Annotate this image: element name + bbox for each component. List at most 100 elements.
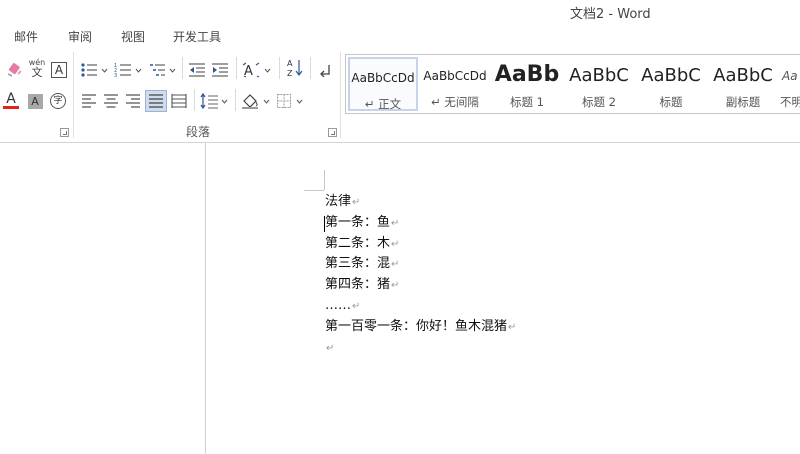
ribbon-separator [310,57,311,79]
paragraph-text: 第一条：鱼 [325,214,391,230]
paragraph-dialog-launcher[interactable] [328,128,337,137]
clear-formatting-button[interactable] [4,60,24,80]
paragraph-text: 第二条：木 [325,235,391,251]
document-paragraph[interactable]: 第一百零一条：你好！鱼木混猪↵ [325,317,516,338]
character-shading-button[interactable]: A [24,91,46,111]
shading-button[interactable] [240,91,272,111]
borders-icon [277,94,303,108]
sort-button[interactable]: A Z [285,58,305,78]
justify-icon [149,94,163,108]
tab-view[interactable]: 视图 [121,28,145,45]
style-name: 标题 [659,95,683,109]
style-no-spacing[interactable]: AaBbCcDd ↵ 无间隔 [420,57,490,111]
ribbon-separator [182,57,183,79]
styles-gallery: AaBbCcDd ↵ 正文 AaBbCcDd ↵ 无间隔 AaBb 标题 1 A… [345,54,800,114]
svg-text:3: 3 [114,73,117,78]
document-paragraph[interactable]: ↵ [325,338,516,359]
document-paragraph[interactable]: ……↵ [325,296,516,317]
style-sample: AaBbC [569,65,629,86]
style-sample: AaBbCcDd [351,71,415,85]
document-page[interactable]: 法律↵ 第一条：鱼↵ 第二条：木↵ 第三条：混↵ 第四条：猪↵ ……↵ 第一百零… [207,143,800,454]
style-heading-1[interactable]: AaBb 标题 1 [492,57,562,111]
svg-text:A: A [244,64,253,78]
phonetic-guide-char: 文 [31,65,43,79]
align-center-button[interactable] [101,91,121,111]
tab-developer[interactable]: 开发工具 [173,28,221,45]
document-paragraph[interactable]: 第一条：鱼↵ [325,213,516,234]
crop-mark [304,190,324,191]
style-heading-2[interactable]: AaBbC 标题 2 [564,57,634,111]
paragraph-mark: ↵ [391,280,400,292]
borders-button[interactable] [275,91,307,111]
character-border-icon: A [51,62,67,78]
font-color-button[interactable]: A [0,91,22,111]
ribbon-separator [235,89,236,111]
line-spacing-icon [200,93,228,109]
paint-bucket-icon [242,94,270,109]
distributed-button[interactable] [169,91,189,111]
sort-icon: A Z [287,59,303,78]
font-color-swatch [3,106,19,109]
style-sample: AaBb [494,62,560,87]
enclose-characters-icon: 字 [50,93,66,109]
document-body[interactable]: 法律↵ 第一条：鱼↵ 第二条：木↵ 第三条：混↵ 第四条：猪↵ ……↵ 第一百零… [325,192,516,358]
document-paragraph[interactable]: 第四条：猪↵ [325,275,516,296]
character-shading-icon: A [27,93,43,109]
enclose-characters-button[interactable]: 字 [47,91,69,111]
svg-text:A: A [287,59,293,68]
font-color-icon: A [3,92,19,110]
document-paragraph[interactable]: 第三条：混↵ [325,254,516,275]
phonetic-guide-button[interactable]: wén 文 [26,58,48,78]
paragraph-text: 第四条：猪 [325,277,391,293]
paragraph-mark: ↵ [391,259,400,271]
style-name: ↵ 正文 [364,97,402,111]
window-title: 文档2 - Word [570,7,651,22]
style-sample: AaBbC [713,65,773,86]
increase-indent-button[interactable] [210,60,230,80]
numbering-button[interactable]: 1 2 3 [113,60,143,80]
line-spacing-button[interactable] [199,91,229,111]
paragraph-mark: ↵ [508,321,517,333]
crop-mark [324,170,325,190]
paragraph-text: …… [325,297,351,313]
paragraph-mark: ↵ [326,342,335,354]
multilevel-list-button[interactable] [147,60,177,80]
ribbon-tabs: 邮件 审阅 视图 开发工具 [0,22,800,48]
align-left-icon [82,94,96,108]
ribbon-separator [236,57,237,79]
paragraph-mark-icon [320,65,330,77]
show-hide-marks-button[interactable] [316,60,334,80]
tab-review[interactable]: 审阅 [68,28,92,45]
numbering-icon: 1 2 3 [114,63,142,78]
ribbon: wén 文 A A A 字 1 2 3 A A Z 段落 AaBbCcDd ↵ … [0,48,800,143]
align-right-button[interactable] [123,91,143,111]
paragraph-mark: ↵ [391,238,400,250]
style-title[interactable]: AaBbC 标题 [636,57,706,111]
tab-mailings[interactable]: 邮件 [14,28,38,45]
style-name: 标题 1 [510,95,544,109]
paragraph-text: 第三条：混 [325,256,391,272]
decrease-indent-button[interactable] [187,60,207,80]
align-left-button[interactable] [79,91,99,111]
paragraph-group-label: 段落 [186,125,211,139]
style-name: 标题 2 [582,95,616,109]
justify-button[interactable] [145,90,167,112]
style-sample: AaBbC [641,65,701,86]
character-border-button[interactable]: A [50,60,68,80]
paragraph-text: 法律 [325,194,352,209]
paragraph-group-separator [340,52,341,138]
align-center-icon [104,94,118,108]
paragraph-text: 第一百零一条：你好！鱼木混猪 [325,318,508,334]
font-dialog-launcher[interactable] [60,128,69,137]
bullets-icon [81,63,108,77]
style-name: 副标题 [725,95,761,109]
font-group-separator [73,52,74,138]
chinese-layout-button[interactable]: A [241,60,273,80]
style-subtle-emphasis[interactable]: Aa 不明 [780,57,800,111]
ribbon-separator [279,57,280,79]
document-paragraph[interactable]: 第二条：木↵ [325,234,516,255]
document-paragraph[interactable]: 法律↵ [325,192,516,213]
bullets-button[interactable] [79,60,109,80]
style-normal[interactable]: AaBbCcDd ↵ 正文 [348,57,418,111]
style-subtitle[interactable]: AaBbC 副标题 [708,57,778,111]
